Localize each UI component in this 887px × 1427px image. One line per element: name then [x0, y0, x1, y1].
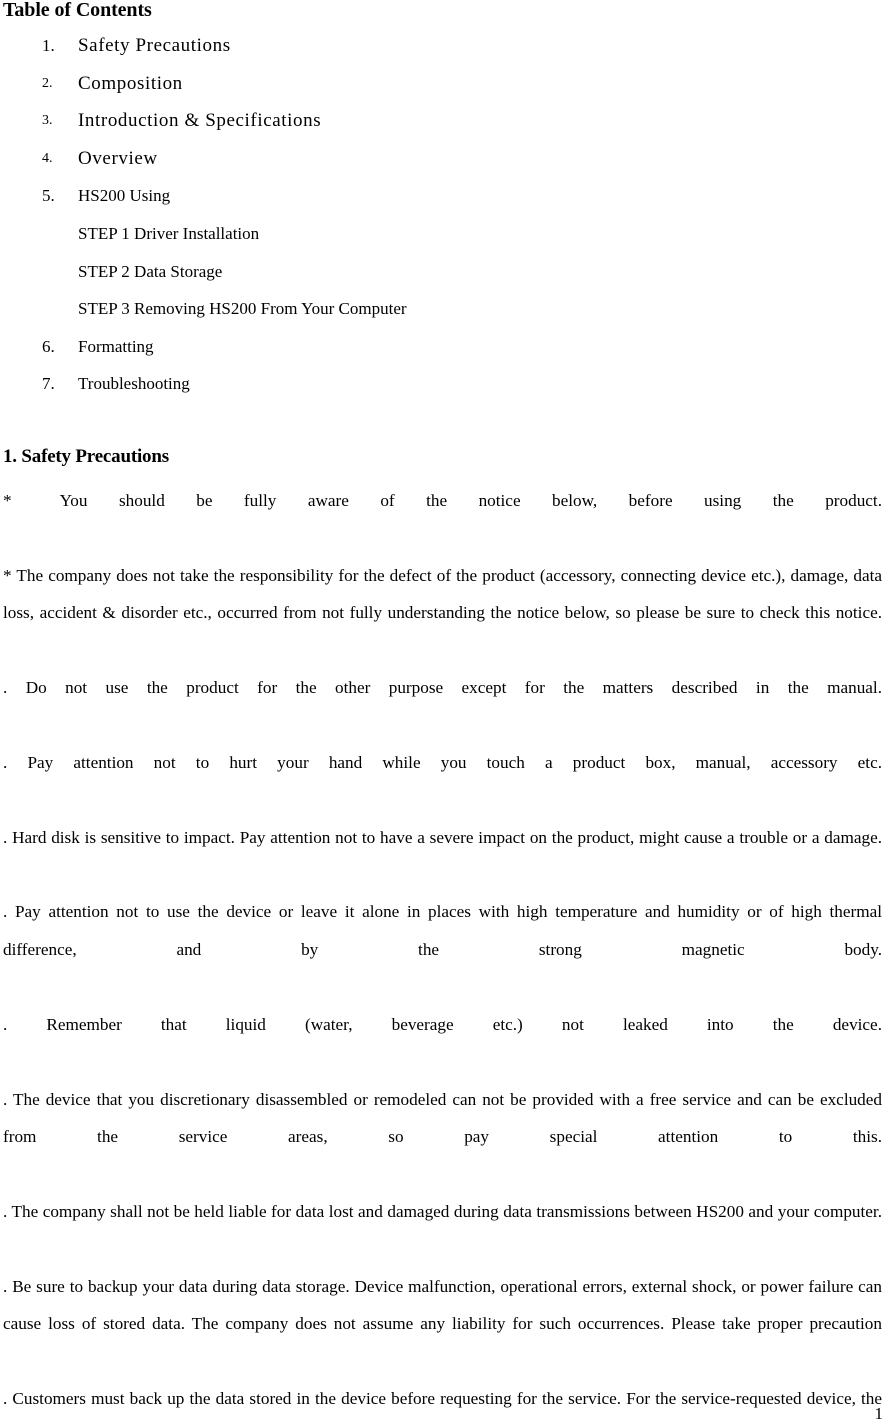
toc-step-label: STEP 1 Driver Installation [78, 223, 260, 243]
safety-precautions-body: * You should be fully aware of the notic… [3, 482, 882, 1427]
toc-step-label: STEP 2 Data Storage [78, 261, 223, 281]
toc-entry-2[interactable]: 2. Composition [0, 65, 880, 103]
paragraph: . Pay attention not to use the device or… [3, 902, 882, 959]
paragraph: * You should be fully aware of the notic… [3, 491, 882, 510]
toc-label: Troubleshooting [78, 374, 190, 394]
paragraph: . Remember that liquid (water, beverage … [3, 1014, 882, 1034]
toc-entry-3[interactable]: 3. Introduction & Specifications [0, 102, 880, 140]
paragraph: . Do not use the product for the other p… [3, 678, 882, 698]
toc-number: 5. [42, 186, 55, 206]
paragraph: . Hard disk is sensitive to impact. Pay … [3, 827, 882, 847]
toc-number: 1. [42, 36, 55, 55]
toc-label: Introduction & Specifications [78, 110, 322, 132]
toc-step-entry-3[interactable]: STEP 3 Removing HS200 From Your Computer [0, 290, 880, 328]
toc-label: HS200 Using [78, 186, 171, 206]
paragraph: . Customers must back up the data stored… [3, 1388, 882, 1427]
paragraph: . Be sure to backup your data during dat… [3, 1276, 882, 1333]
toc-number: 3. [42, 113, 53, 129]
toc-step-entry-2[interactable]: STEP 2 Data Storage [0, 253, 880, 291]
document-page: Table of Contents 1. Safety Precautions … [0, 0, 887, 1427]
toc-label: Composition [78, 72, 183, 94]
toc-entry-1[interactable]: 1. Safety Precautions [0, 27, 880, 65]
paragraph: * The company does not take the responsi… [3, 565, 882, 623]
toc-number: 7. [42, 374, 55, 394]
toc-step-label: STEP 3 Removing HS200 From Your Computer [78, 299, 407, 319]
page-number: 1 [874, 1404, 884, 1423]
section-heading-safety-precautions: 1. Safety Precautions [3, 446, 169, 467]
paragraph: . Pay attention not to hurt your hand wh… [3, 752, 882, 772]
paragraph: . The device that you discretionary disa… [3, 1089, 882, 1146]
toc-entry-6[interactable]: 6. Formatting [0, 328, 880, 366]
toc-label: Overview [78, 147, 158, 169]
toc-label: Safety Precautions [78, 35, 231, 56]
toc-entry-5[interactable]: 5. HS200 Using [0, 177, 880, 215]
toc-number: 2. [42, 75, 53, 91]
toc-entry-4[interactable]: 4. Overview [0, 140, 880, 178]
toc-entry-7[interactable]: 7. Troubleshooting [0, 365, 880, 403]
toc-label: Formatting [78, 336, 154, 356]
paragraph: . The company shall not be held liable f… [3, 1201, 882, 1221]
toc-step-entry-1[interactable]: STEP 1 Driver Installation [0, 215, 880, 253]
toc-number: 6. [42, 336, 55, 356]
toc-number: 4. [42, 150, 53, 166]
table-of-contents-title: Table of Contents [3, 0, 152, 21]
table-of-contents-list: 1. Safety Precautions 2. Composition 3. … [0, 27, 880, 403]
